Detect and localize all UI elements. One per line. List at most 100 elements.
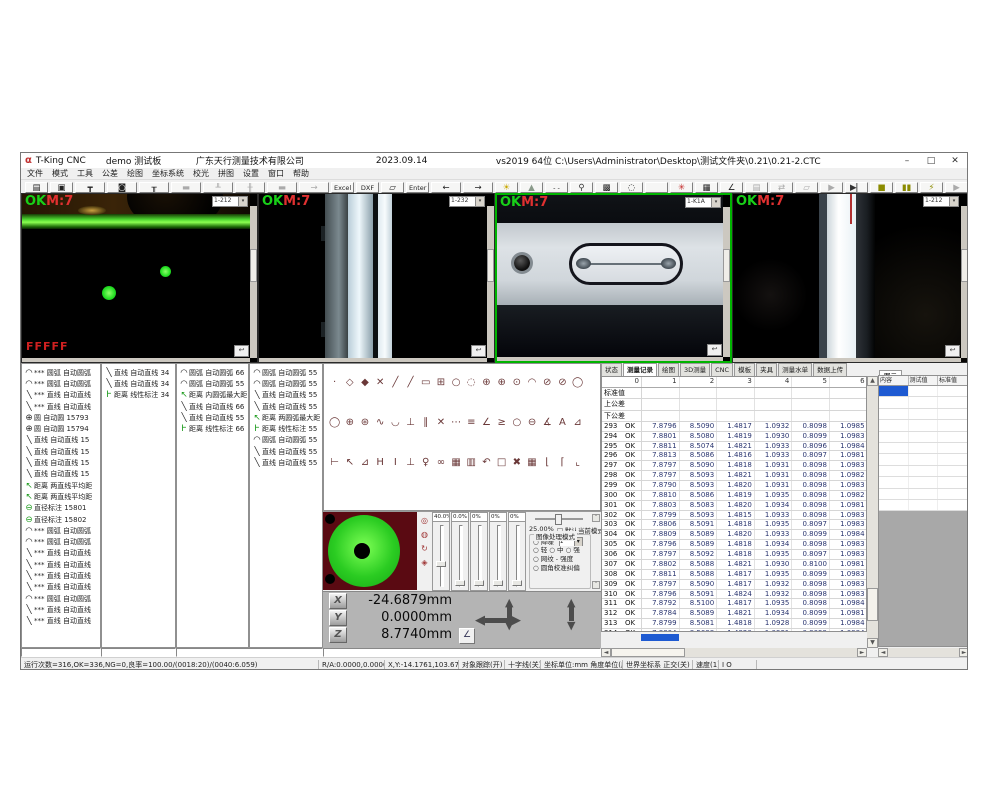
toolbar-button[interactable]: ▱ [381, 182, 404, 193]
cam2-grab-icon[interactable]: ↩ [471, 345, 486, 357]
feature-list-item[interactable]: ╲ *** 直线 自动直线 [22, 616, 100, 627]
toolbar-button[interactable]: → [299, 182, 329, 193]
table-row[interactable]: 306OK7.87978.50921.48181.09350.80971.098… [602, 550, 866, 560]
record-tab[interactable]: 夹具 [756, 363, 777, 376]
feature-list-item[interactable]: ╲ 直线 自动直线 55 [250, 446, 322, 457]
toolbar-button[interactable]: ☀ [495, 182, 518, 193]
toolbar-button[interactable]: ▮▮ [895, 182, 918, 193]
table-row[interactable]: 300OK7.88108.50861.48191.09350.80981.098… [602, 491, 866, 501]
feature-list-item[interactable]: Ͱ 距离 线性标注 55 [250, 423, 322, 434]
toolbar-button[interactable]: ▬ [267, 182, 297, 193]
measure-tool-icon[interactable]: ↶ [479, 456, 494, 470]
element-row[interactable] [879, 409, 968, 420]
measure-tool-icon[interactable]: □ [494, 456, 509, 470]
table-row[interactable]: 294OK7.88018.50801.48191.09300.80991.098… [602, 432, 866, 442]
measure-tool-icon[interactable]: ▦ [449, 456, 464, 470]
measure-tool-icon[interactable]: ◯ [327, 416, 342, 430]
chevron-down-icon[interactable]: ▾ [711, 198, 720, 207]
table-row[interactable]: 310OK7.87968.50911.48241.09320.80981.098… [602, 590, 866, 600]
menu-item[interactable]: 模式 [52, 168, 68, 179]
light-slider[interactable]: 0% [470, 512, 488, 591]
grid-fixed-row[interactable]: 标准值 [602, 388, 866, 399]
toolbar-button[interactable]: ╨ [203, 182, 233, 193]
toolbar-button[interactable]: ▣ [50, 182, 73, 193]
cam4-vertical-scrollbar[interactable] [961, 206, 968, 358]
chevron-down-icon[interactable]: ▾ [475, 197, 484, 206]
toolbar-button[interactable] [645, 182, 668, 193]
light-mode-icon[interactable]: ↻ [421, 542, 428, 556]
measure-tool-icon[interactable]: ≥ [494, 416, 509, 430]
measure-tool-icon[interactable]: ◆ [357, 376, 372, 390]
measure-tool-icon[interactable]: ⊕ [342, 416, 357, 430]
feature-list-item[interactable]: ╲ 直线 自动直线 15 [22, 469, 100, 480]
feature-list-item[interactable]: ╲ *** 直线 自动直线 [22, 570, 100, 581]
scroll-up-icon[interactable]: ˄ [592, 514, 600, 522]
table-row[interactable]: 297OK7.87978.50901.48181.09310.80981.098… [602, 461, 866, 471]
menu-item[interactable]: 拼图 [218, 168, 234, 179]
element-row[interactable] [879, 477, 968, 488]
measure-tool-icon[interactable]: ◯ [570, 376, 585, 390]
menu-item[interactable]: 帮助 [293, 168, 309, 179]
cam4-range-dropdown[interactable]: 1-212 ▾ [923, 196, 959, 207]
measure-tool-icon[interactable]: ○ [449, 376, 464, 390]
cam1-horizontal-scrollbar[interactable] [22, 358, 250, 362]
feature-list-item[interactable]: ◠ 圆弧 自动圆弧 55 [250, 367, 322, 378]
cam2-range-dropdown[interactable]: 1-232 ▾ [449, 196, 485, 207]
feature-list-item[interactable]: ╲ *** 直线 自动直线 [22, 548, 100, 559]
measure-tool-icon[interactable]: ⊢ [327, 456, 342, 470]
measure-tool-icon[interactable]: ◇ [342, 376, 357, 390]
table-row[interactable]: 304OK7.88098.50891.48201.09330.80991.098… [602, 530, 866, 540]
jog-vertical-arrow[interactable]: ▲▼ [505, 598, 513, 630]
toolbar-button[interactable]: - - [545, 182, 568, 193]
measure-tool-icon[interactable]: A [555, 416, 570, 430]
measure-tool-icon[interactable]: ∥ [418, 416, 433, 430]
toolbar-button[interactable]: Enter [406, 182, 429, 193]
measure-tool-icon[interactable]: ⊛ [357, 416, 372, 430]
measure-tool-icon[interactable]: ⊖ [524, 416, 539, 430]
table-row[interactable]: 314OK7.88048.50881.48201.09310.80991.098… [602, 629, 866, 632]
measure-tool-icon[interactable]: ∠ [479, 416, 494, 430]
measure-tool-icon[interactable]: ≡ [464, 416, 479, 430]
feature-list-item[interactable]: ↖ 距离 两直线平均距 [22, 491, 100, 502]
measure-tool-icon[interactable]: ⊿ [570, 416, 585, 430]
measurement-table[interactable]: 0123456 标准值 上公差 下公差 293OK7.87968.50901.4… [601, 376, 867, 632]
feature-list-item[interactable]: ◠ *** 圆弧 自动圆弧 [22, 525, 100, 536]
feature-list-item[interactable]: ⊖ 直径标注 15802 [22, 514, 100, 525]
measure-tool-icon[interactable]: ↖ [342, 456, 357, 470]
menu-item[interactable]: 校光 [193, 168, 209, 179]
toolbar-button[interactable]: ▤ [745, 182, 768, 193]
measure-tool-icon[interactable]: ⋯ [449, 416, 464, 430]
y-axis-button[interactable]: Y [329, 610, 347, 626]
measure-tool-icon[interactable]: H [373, 456, 388, 470]
toolbar-button[interactable]: ← [431, 182, 461, 193]
feature-list-item[interactable]: ╲ *** 直线 自动直线 [22, 401, 100, 412]
measure-tool-icon[interactable]: ⊥ [403, 456, 418, 470]
measure-tool-icon[interactable]: ⊕ [479, 376, 494, 390]
feature-list-item[interactable]: ◠ *** 圆弧 自动圆弧 [22, 593, 100, 604]
minimize-button[interactable]: – [895, 156, 919, 166]
record-tab[interactable]: 3D测量 [680, 363, 710, 376]
camera-view-4[interactable]: OKM:7 1-212 ▾ ↩ [732, 193, 968, 363]
cam1-vertical-scrollbar[interactable] [250, 206, 257, 358]
camera-view-2[interactable]: OKM:7 1-232 ▾ ↩ [258, 193, 495, 363]
menu-item[interactable]: 工具 [77, 168, 93, 179]
table-row[interactable]: 302OK7.87998.50931.48151.09330.80981.098… [602, 511, 866, 521]
toolbar-button[interactable]: Excel [331, 182, 354, 193]
record-tab[interactable]: CNC [711, 363, 733, 376]
diagonal-move-button[interactable]: ∠ [459, 628, 475, 644]
element-row[interactable] [879, 500, 968, 511]
record-tab[interactable]: 状态 [601, 363, 622, 376]
menu-item[interactable]: 坐标系统 [152, 168, 184, 179]
grid-fixed-row[interactable]: 上公差 [602, 399, 866, 410]
toolbar-button[interactable]: ⇄ [770, 182, 793, 193]
toolbar-button[interactable]: ⚡ [920, 182, 943, 193]
measure-tool-icon[interactable]: ✕ [373, 376, 388, 390]
measure-tool-icon[interactable]: ∿ [373, 416, 388, 430]
element-row[interactable] [879, 489, 968, 500]
element-row-selected[interactable] [879, 386, 968, 397]
menu-item[interactable]: 绘图 [127, 168, 143, 179]
element-row[interactable] [879, 443, 968, 454]
scrollbar-thumb[interactable] [867, 588, 878, 621]
measure-tool-icon[interactable]: ◠ [524, 376, 539, 390]
feature-list-item[interactable]: ◠ 圆弧 自动圆弧 55 [250, 435, 322, 446]
